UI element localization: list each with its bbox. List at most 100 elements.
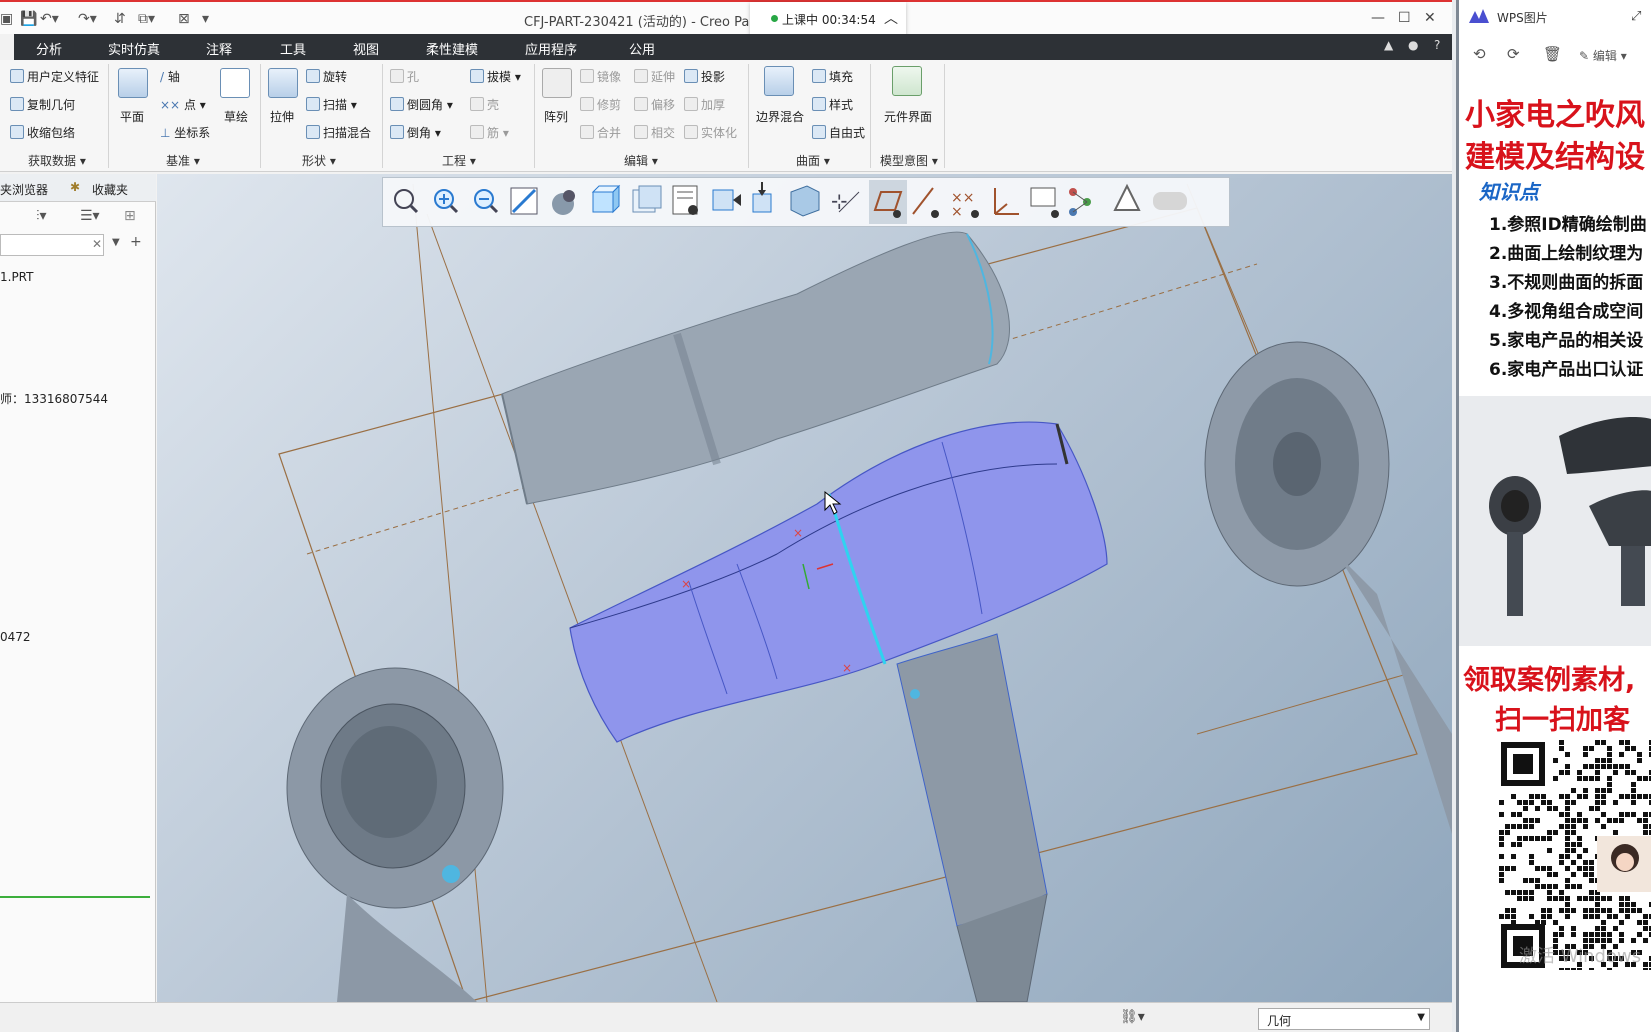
shell-button[interactable]: 壳: [470, 96, 499, 113]
pattern-button[interactable]: 阵列: [544, 108, 568, 125]
component-interface-icon[interactable]: [892, 66, 922, 96]
tab-folder-browser[interactable]: 夹浏览器: [0, 181, 48, 198]
model-tree-root[interactable]: 1.PRT: [0, 270, 33, 284]
tab-realtime-simulation[interactable]: 实时仿真: [108, 39, 160, 58]
tab-view[interactable]: 视图: [353, 39, 379, 58]
group-label-editing[interactable]: 编辑 ▾: [624, 152, 658, 169]
point-button[interactable]: ×× 点 ▾: [160, 96, 206, 113]
search-input[interactable]: [0, 234, 104, 256]
repaint-icon[interactable]: [510, 187, 538, 215]
extrude-button[interactable]: 拉伸: [270, 108, 294, 125]
collapse-ribbon-icon[interactable]: ▲: [1384, 38, 1393, 52]
tab-tools[interactable]: 工具: [280, 39, 306, 58]
revolve-button[interactable]: 旋转: [306, 68, 347, 85]
hole-button[interactable]: 孔: [390, 68, 419, 85]
merge-button[interactable]: 合并: [580, 124, 621, 141]
datum-display-filter-icon[interactable]: ⊹: [831, 189, 860, 213]
swept-blend-button[interactable]: 扫描混合: [306, 124, 371, 141]
group-label-get-data[interactable]: 获取数据 ▾: [28, 152, 86, 169]
selection-filter-select[interactable]: 几何 ▼: [1258, 1008, 1430, 1030]
axis-button[interactable]: / 轴: [160, 68, 180, 85]
sketch-button[interactable]: 草绘: [224, 108, 248, 125]
group-label-shapes[interactable]: 形状 ▾: [302, 152, 336, 169]
rib-button[interactable]: 筋 ▾: [470, 124, 509, 141]
fullscreen-icon[interactable]: ⤢: [1631, 9, 1641, 24]
shade-icon[interactable]: [1153, 192, 1187, 210]
group-label-datum[interactable]: 基准 ▾: [166, 152, 200, 169]
zoom-out-icon[interactable]: [474, 189, 499, 214]
rotate-left-icon[interactable]: ⟲: [1473, 45, 1486, 63]
axis-display-icon[interactable]: [912, 187, 939, 218]
round-button[interactable]: 倒圆角 ▾: [390, 96, 453, 113]
delete-icon[interactable]: 🗑: [1543, 45, 1562, 63]
tab-analysis[interactable]: 分析: [36, 39, 62, 58]
tab-utilities[interactable]: 公用: [629, 39, 655, 58]
solidify-button[interactable]: 实体化: [684, 124, 737, 141]
add-icon[interactable]: +: [130, 234, 142, 250]
fill-button[interactable]: 填充: [812, 68, 853, 85]
sweep-button[interactable]: 扫描 ▾: [306, 96, 357, 113]
filter-icon[interactable]: ⊞: [124, 208, 136, 224]
redo-icon[interactable]: ↷▾: [78, 11, 97, 27]
display-style-icon[interactable]: [552, 190, 575, 215]
close-icon[interactable]: ✕: [1424, 10, 1436, 26]
plane-display-icon[interactable]: [869, 180, 907, 224]
plane-icon[interactable]: [118, 68, 148, 98]
show-settings-icon[interactable]: ⫶▾: [36, 208, 47, 224]
extrude-icon[interactable]: [268, 68, 298, 98]
clear-search-icon[interactable]: ✕: [92, 237, 102, 251]
spin-center-icon[interactable]: [752, 182, 772, 213]
class-status-pill[interactable]: 上课中 00:34:54 ︿: [750, 2, 906, 36]
intersect-button[interactable]: 相交: [634, 124, 675, 141]
regenerate-icon[interactable]: ⇵: [114, 11, 126, 27]
tab-flexible-modeling[interactable]: 柔性建模: [426, 39, 478, 58]
find-icon[interactable]: ⛓▾: [1120, 1009, 1145, 1025]
boundary-blend-button[interactable]: 边界混合: [756, 108, 804, 125]
extend-button[interactable]: 延伸: [634, 68, 675, 85]
mirror-button[interactable]: 镜像: [580, 68, 621, 85]
undo-icon[interactable]: ↶▾: [40, 11, 59, 27]
pattern-icon[interactable]: [542, 68, 572, 98]
plane-button[interactable]: 平面: [120, 108, 144, 125]
minimize-icon[interactable]: —: [1371, 10, 1385, 26]
trim-button[interactable]: 修剪: [580, 96, 621, 113]
appearance-icon[interactable]: [1113, 183, 1141, 211]
view-manager-icon[interactable]: [632, 185, 662, 213]
annotation-display-icon[interactable]: [1030, 187, 1059, 218]
thicken-button[interactable]: 加厚: [684, 96, 725, 113]
refit-icon[interactable]: [394, 189, 419, 214]
help-icon[interactable]: ?: [1434, 38, 1440, 52]
point-display-icon[interactable]: ×××: [951, 190, 979, 220]
draft-button[interactable]: 拔模 ▾: [470, 68, 521, 85]
windows-icon[interactable]: ⧉▾: [138, 11, 155, 27]
save-icon[interactable]: ▣: [0, 11, 13, 27]
csys-display-icon[interactable]: [994, 188, 1019, 215]
component-interface-button[interactable]: 元件界面: [884, 108, 932, 125]
zoom-in-icon[interactable]: [434, 189, 459, 214]
section-icon[interactable]: [790, 185, 820, 217]
group-label-engineering[interactable]: 工程 ▾: [442, 152, 476, 169]
style-button[interactable]: 样式: [812, 96, 853, 113]
group-label-model-intent[interactable]: 模型意图 ▾: [880, 152, 938, 169]
csys-button[interactable]: ⊥ 坐标系: [160, 124, 210, 141]
sketch-icon[interactable]: [220, 68, 250, 98]
edit-button[interactable]: ✎ 编辑 ▾: [1579, 47, 1627, 64]
tree-settings-icon[interactable]: ☰▾: [80, 208, 100, 224]
project-button[interactable]: 投影: [684, 68, 725, 85]
dropdown-icon[interactable]: ▼: [112, 237, 120, 248]
freestyle-button[interactable]: 自由式: [812, 124, 865, 141]
copy-geometry-button[interactable]: 复制几何: [10, 96, 75, 113]
group-label-surfaces[interactable]: 曲面 ▾: [796, 152, 830, 169]
orient-mode-icon[interactable]: [712, 189, 741, 211]
offset-button[interactable]: 偏移: [634, 96, 675, 113]
user-defined-feature-button[interactable]: 用户定义特征: [10, 68, 99, 85]
customize-quick-access-icon[interactable]: ▾: [202, 11, 209, 27]
boundary-blend-icon[interactable]: [764, 66, 794, 96]
chamfer-button[interactable]: 倒角 ▾: [390, 124, 441, 141]
shrinkwrap-button[interactable]: 收缩包络: [10, 124, 75, 141]
close-window-icon[interactable]: ⊠: [178, 11, 190, 27]
save-icon[interactable]: 💾: [20, 11, 37, 27]
tab-annotate[interactable]: 注释: [206, 39, 232, 58]
spin-center-display-icon[interactable]: [1069, 188, 1091, 216]
tab-favorites[interactable]: 收藏夹: [92, 181, 128, 198]
